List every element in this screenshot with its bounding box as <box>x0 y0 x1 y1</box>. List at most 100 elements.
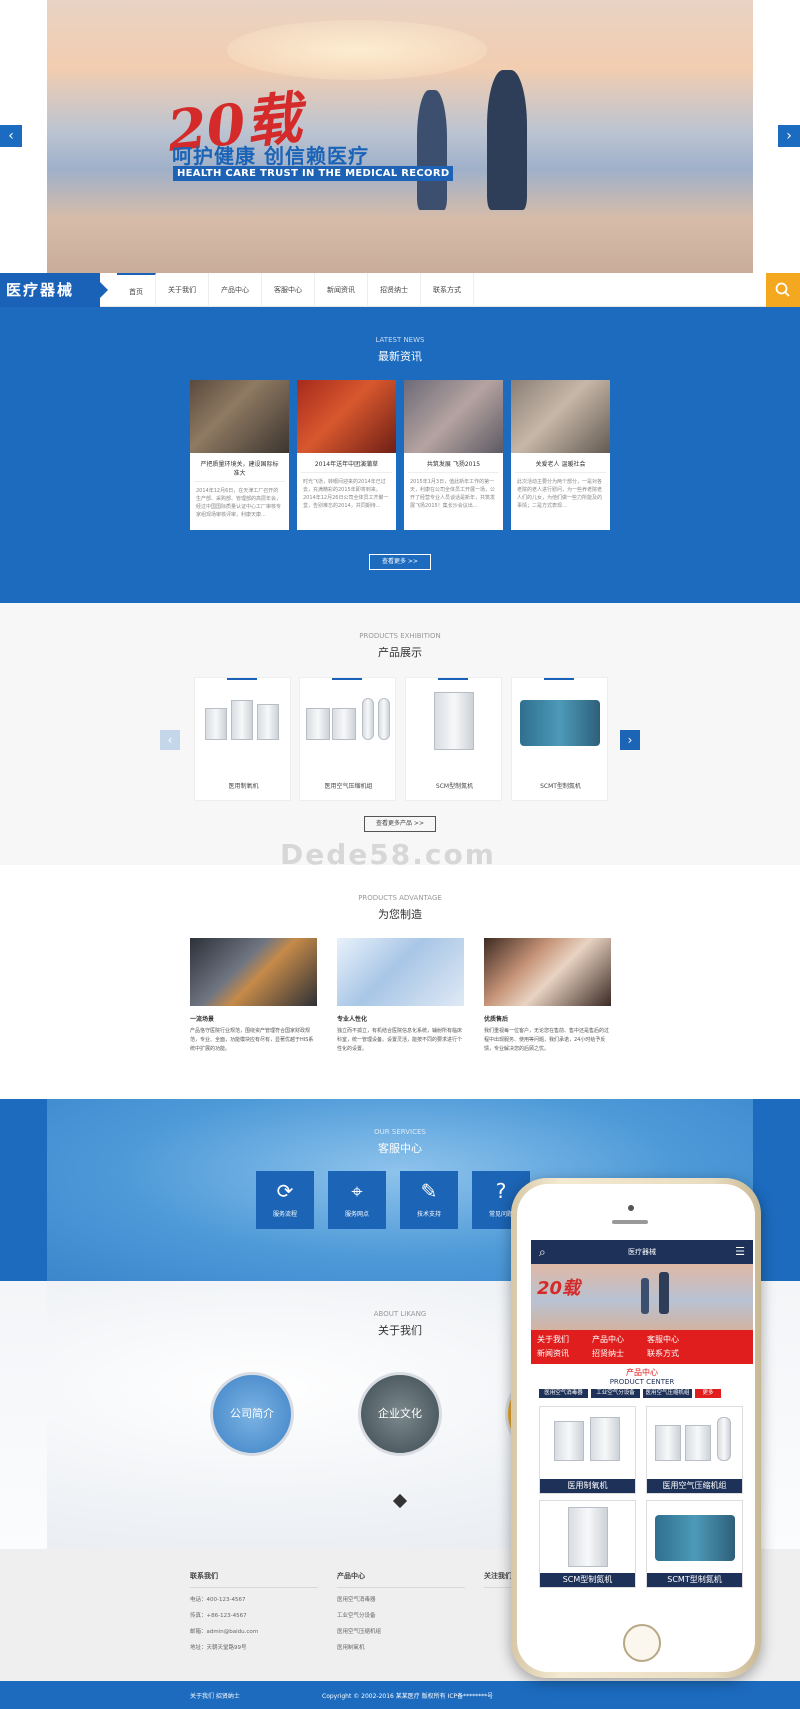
phone-tab[interactable]: 医用空气消毒器 <box>539 1389 588 1398</box>
nav-item-news[interactable]: 新闻资讯 <box>315 273 368 307</box>
product-image <box>434 692 474 750</box>
news-card-desc: 此次活动主要分为两个部分，一是对各老院的老人进行慰问，为一些养老院老人们的儿女，… <box>517 479 603 509</box>
advantage-item-desc: 我们重视每一位客户，无论您在售前、售中还是售后的过程中出现服务、使用等问题，我们… <box>484 1028 610 1052</box>
company-intro-circle[interactable]: 公司简介 <box>210 1372 294 1456</box>
phone-product-card[interactable]: SCMT型制氮机 <box>646 1500 743 1588</box>
chevron-right-icon: › <box>786 128 792 144</box>
phone-menu: 关于我们 产品中心 客服中心 新闻资讯 招贤纳士 联系方式 <box>531 1330 753 1364</box>
footer-bar-links[interactable]: 关于我们 招贤纳士 <box>190 1691 240 1700</box>
news-card-title[interactable]: 严把质量环境关，建设国际标准大 <box>194 453 285 482</box>
footer-link[interactable]: 医用空气压缩机组 <box>337 1627 465 1635</box>
hero-banner: 20载 呵护健康 创信赖医疗 HEALTH CARE TRUST IN THE … <box>0 0 800 273</box>
product-label[interactable]: 医用制氧机 <box>195 781 292 790</box>
product-label[interactable]: SCMT型制氮机 <box>512 781 609 790</box>
wrench-icon: ✎ <box>420 1179 438 1203</box>
phone-product-card[interactable]: 医用制氧机 <box>539 1406 636 1494</box>
products-more-button[interactable]: 查看更多产品 >> <box>364 816 436 832</box>
banner-prev-button[interactable]: ‹ <box>0 125 22 147</box>
news-card-title[interactable]: 共筑发展 飞扬2015 <box>408 453 499 473</box>
search-icon[interactable]: ⌕ <box>539 1240 546 1264</box>
footer-email[interactable]: 邮箱：admin@baidu.com <box>190 1627 318 1635</box>
footer-address: 地址：天朝天堂路99号 <box>190 1645 247 1651</box>
news-title: 最新资讯 <box>378 350 422 363</box>
news-card[interactable]: 2014年送年中团演蒲草 时光飞逝，转眼间迎来的2014年已过去，充满精彩的20… <box>297 380 396 530</box>
phone-mockup: ⌕ 医疗器械 ☰ 20载 关于我们 产品中心 客服中心 新闻资讯 招贤纳士 联系… <box>511 1178 761 1678</box>
product-card[interactable]: SCM型制氮机 <box>405 677 502 801</box>
nav-item-about[interactable]: 关于我们 <box>156 273 209 307</box>
advantage-item-desc: 独立而不孤立，有机结合医院信息化系统，辅射所有临床科室，统一管理设备。设置灵活，… <box>337 1028 463 1052</box>
products-next-button[interactable]: › <box>620 730 640 750</box>
service-process-button[interactable]: ⟳ 服务流程 <box>256 1171 314 1229</box>
product-image <box>520 700 600 746</box>
footer-link[interactable]: 医用制氧机 <box>337 1643 465 1651</box>
phone-tab[interactable]: 医用空气压缩机组 <box>643 1389 692 1398</box>
search-button[interactable] <box>766 273 800 307</box>
advantage-item: 优质售后 我们重视每一位客户，无论您在售前、售中还是售后的过程中出现服务、使用等… <box>484 938 611 1054</box>
phone-product-card[interactable]: 医用空气压缩机组 <box>646 1406 743 1494</box>
service-title: 客服中心 <box>378 1142 422 1155</box>
advantage-item-title: 专业人性化 <box>337 1016 368 1023</box>
menu-icon[interactable]: ☰ <box>735 1240 745 1264</box>
product-label[interactable]: 医用空气压缩机组 <box>300 781 397 790</box>
nav-item-home[interactable]: 首页 <box>117 273 156 307</box>
news-card[interactable]: 严把质量环境关，建设国际标准大 2014年12月6日，在天津工厂召开的生产部、采… <box>190 380 289 530</box>
site-logo[interactable]: 医疗器械 <box>0 273 108 307</box>
footer-link[interactable]: 工业空气分设备 <box>337 1611 465 1619</box>
footer-phone: 电话：400-123-4567 <box>190 1597 246 1603</box>
news-more-button[interactable]: 查看更多 >> <box>369 554 431 570</box>
chevron-right-icon: › <box>627 733 633 747</box>
phone-product-card[interactable]: SCM型制氮机 <box>539 1500 636 1588</box>
banner-slogan: 呵护健康 创信赖医疗 <box>172 144 369 168</box>
phone-home-button <box>623 1624 661 1662</box>
footer-heading: 产品中心 <box>337 1571 465 1588</box>
service-label: 技术支持 <box>416 1211 441 1218</box>
nav-item-jobs[interactable]: 招贤纳士 <box>368 273 421 307</box>
chevron-left-icon: ‹ <box>8 128 14 144</box>
advantage-section: PRODUCTS ADVANTAGE 为您制造 一流场景 产品恪守医院行业规范，… <box>0 865 800 1099</box>
banner-slogan-en: HEALTH CARE TRUST IN THE MEDICAL RECORD <box>173 166 454 181</box>
phone-banner: 20载 <box>531 1264 753 1330</box>
product-image <box>205 708 227 740</box>
phone-menu-item[interactable]: 新闻资讯 <box>537 1347 592 1361</box>
phone-menu-item[interactable]: 联系方式 <box>647 1347 702 1361</box>
footer-link[interactable]: 医用空气消毒器 <box>337 1595 465 1603</box>
advantage-item-title: 一流场景 <box>190 1016 215 1023</box>
advantage-item-desc: 产品恪守医院行业规范，围绕资产管理符合国家财政规范，专业、全面，功能模块应有尽有… <box>190 1028 314 1052</box>
child-figure-image <box>417 90 447 210</box>
product-label[interactable]: SCM型制氮机 <box>406 781 503 790</box>
nav-item-contact[interactable]: 联系方式 <box>421 273 474 307</box>
phone-tab-more[interactable]: 更多 <box>695 1389 721 1398</box>
news-card-desc: 2014年12月6日，在天津工厂召开的生产部、采购部、管理部的高层年会，经过中国… <box>196 488 282 518</box>
advantage-image <box>337 938 464 1006</box>
nav-item-service[interactable]: 客服中心 <box>262 273 315 307</box>
products-prev-button[interactable]: ‹ <box>160 730 180 750</box>
product-image <box>306 708 330 740</box>
phone-menu-item[interactable]: 招贤纳士 <box>592 1347 647 1361</box>
chevron-left-icon: ‹ <box>167 733 173 747</box>
phone-menu-item[interactable]: 客服中心 <box>647 1333 702 1347</box>
product-card[interactable]: 医用空气压缩机组 <box>299 677 396 801</box>
product-card[interactable]: 医用制氧机 <box>194 677 291 801</box>
products-section: PRODUCTS EXHIBITION 产品展示 ‹ 医用制氧机 医用空气压缩机… <box>0 603 800 865</box>
news-card-title[interactable]: 2014年送年中团演蒲草 <box>301 453 392 473</box>
advantage-title: 为您制造 <box>378 908 422 921</box>
service-outlets-button[interactable]: ⌖ 服务网点 <box>328 1171 386 1229</box>
product-card[interactable]: SCMT型制氮机 <box>511 677 608 801</box>
phone-tab[interactable]: 工业空气分设备 <box>591 1389 640 1398</box>
search-icon <box>775 282 790 297</box>
advantage-item: 专业人性化 独立而不孤立，有机结合医院信息化系统，辅射所有临床科室，统一管理设备… <box>337 938 464 1054</box>
nav-item-products[interactable]: 产品中心 <box>209 273 262 307</box>
news-card[interactable]: 关爱老人 温暖社会 此次活动主要分为两个部分，一是对各老院的老人进行慰问，为一些… <box>511 380 610 530</box>
phone-tabs: 医用空气消毒器 工业空气分设备 医用空气压缩机组 更多 <box>531 1386 753 1401</box>
service-label: 服务流程 <box>272 1211 297 1218</box>
banner-next-button[interactable]: › <box>778 125 800 147</box>
phone-product-grid: 医用制氧机 医用空气压缩机组 SCM型制氮机 SCMT型制氮机 <box>531 1401 753 1593</box>
news-card-title[interactable]: 关爱老人 温暖社会 <box>515 453 606 473</box>
phone-menu-item[interactable]: 产品中心 <box>592 1333 647 1347</box>
products-title-en: PRODUCTS EXHIBITION <box>359 632 441 640</box>
service-support-button[interactable]: ✎ 技术支持 <box>400 1171 458 1229</box>
phone-menu-item[interactable]: 关于我们 <box>537 1333 592 1347</box>
news-card[interactable]: 共筑发展 飞扬2015 2015年1月3日，值此新年工作的第一天，利康在公司全体… <box>404 380 503 530</box>
news-card-desc: 时光飞逝，转眼间迎来的2014年已过去，充满精彩的2015年即将到来。2014年… <box>303 479 389 509</box>
company-culture-circle[interactable]: 企业文化 <box>358 1372 442 1456</box>
